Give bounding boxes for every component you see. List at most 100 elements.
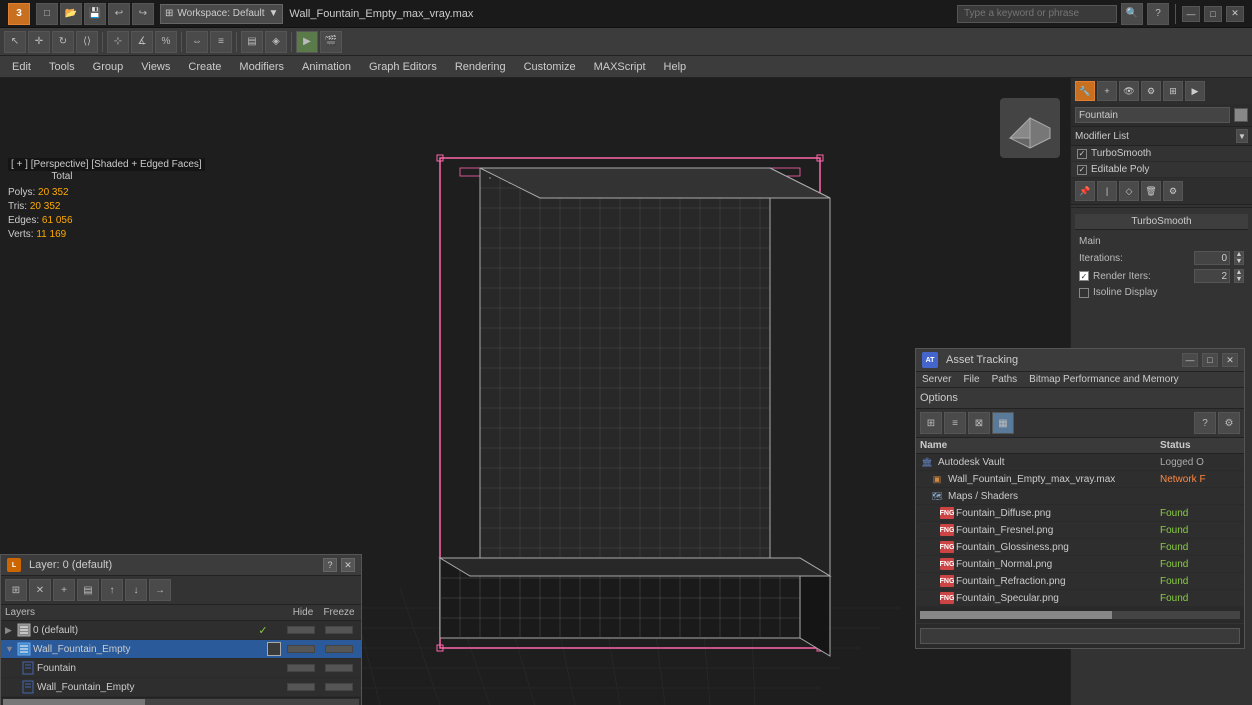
- create-icon[interactable]: +: [1097, 81, 1117, 101]
- asset-row-maps[interactable]: 🗺 Maps / Shaders: [916, 488, 1244, 505]
- render-iters-down[interactable]: ▼: [1234, 276, 1244, 283]
- layer-scrollbar[interactable]: [1, 697, 361, 705]
- layer-close-btn[interactable]: ✕: [341, 558, 355, 572]
- asset-settings-btn[interactable]: ⚙: [1218, 412, 1240, 434]
- nav-cube[interactable]: [1000, 98, 1060, 158]
- show-result-btn[interactable]: |: [1097, 181, 1117, 201]
- search-input[interactable]: [957, 5, 1117, 23]
- utilities-icon[interactable]: ⚙: [1141, 81, 1161, 101]
- align-btn[interactable]: ≡: [210, 31, 232, 53]
- layer-btn7[interactable]: →: [149, 579, 171, 601]
- iterations-input[interactable]: [1194, 251, 1230, 265]
- modifier-editable-poly[interactable]: ✓ Editable Poly: [1071, 162, 1252, 178]
- object-color-swatch[interactable]: [1234, 108, 1248, 122]
- make-unique-btn[interactable]: ◇: [1119, 181, 1139, 201]
- menu-help[interactable]: Help: [656, 59, 695, 75]
- remove-mod-btn[interactable]: 🗑: [1141, 181, 1161, 201]
- menu-animation[interactable]: Animation: [294, 59, 359, 75]
- asset-tb-btn2[interactable]: ≡: [944, 412, 966, 434]
- asset-menu-options[interactable]: Options: [920, 390, 1240, 406]
- asset-tb-btn4[interactable]: ▦: [992, 412, 1014, 434]
- search-btn[interactable]: 🔍: [1121, 3, 1143, 25]
- asset-restore-btn[interactable]: □: [1202, 353, 1218, 367]
- layer-btn[interactable]: ▤: [241, 31, 263, 53]
- turbosmooth-checkbox[interactable]: ✓: [1077, 149, 1087, 159]
- iterations-up[interactable]: ▲: [1234, 251, 1244, 258]
- scale-btn[interactable]: ⟨⟩: [76, 31, 98, 53]
- hierarchy-icon[interactable]: ⊞: [1163, 81, 1183, 101]
- pin-stack-btn[interactable]: 📌: [1075, 181, 1095, 201]
- menu-customize[interactable]: Customize: [516, 59, 584, 75]
- menu-create[interactable]: Create: [180, 59, 229, 75]
- help-btn[interactable]: ?: [1147, 3, 1169, 25]
- render-btn[interactable]: ▶: [296, 31, 318, 53]
- asset-menu-server[interactable]: Server: [916, 372, 957, 387]
- win-restore-btn[interactable]: □: [1204, 6, 1222, 22]
- layer-add-btn[interactable]: +: [53, 579, 75, 601]
- asset-menu-file[interactable]: File: [957, 372, 985, 387]
- win-close-btn[interactable]: ✕: [1226, 6, 1244, 22]
- modifier-turbosmooth[interactable]: ✓ TurboSmooth: [1071, 146, 1252, 162]
- asset-row-vault[interactable]: 🏛 Autodesk Vault Logged O: [916, 454, 1244, 471]
- menu-edit[interactable]: Edit: [4, 59, 39, 75]
- workspace-dropdown[interactable]: ⊞ Workspace: Default ▼: [160, 4, 283, 24]
- angle-snap-btn[interactable]: ∡: [131, 31, 153, 53]
- menu-group[interactable]: Group: [85, 59, 132, 75]
- layer-toolbar-btn1[interactable]: ⊞: [5, 579, 27, 601]
- asset-row-fresnel[interactable]: FNG Fountain_Fresnel.png Found: [916, 522, 1244, 539]
- render-iters-up[interactable]: ▲: [1234, 269, 1244, 276]
- asset-close-btn[interactable]: ✕: [1222, 353, 1238, 367]
- snap-btn[interactable]: ⊹: [107, 31, 129, 53]
- render-iters-checkbox[interactable]: ✓: [1079, 271, 1089, 281]
- asset-row-normal[interactable]: FNG Fountain_Normal.png Found: [916, 556, 1244, 573]
- asset-row-specular[interactable]: FNG Fountain_Specular.png Found: [916, 590, 1244, 607]
- layer-btn4[interactable]: ▤: [77, 579, 99, 601]
- motion-icon[interactable]: ▶: [1185, 81, 1205, 101]
- menu-maxscript[interactable]: MAXScript: [586, 59, 654, 75]
- asset-tb-btn3[interactable]: ⊠: [968, 412, 990, 434]
- object-name-input[interactable]: [1075, 107, 1230, 123]
- asset-minimize-btn[interactable]: —: [1182, 353, 1198, 367]
- display-icon[interactable]: 👁: [1119, 81, 1139, 101]
- material-btn[interactable]: ◈: [265, 31, 287, 53]
- layer-btn5[interactable]: ↑: [101, 579, 123, 601]
- asset-menu-paths[interactable]: Paths: [986, 372, 1024, 387]
- asset-row-refraction[interactable]: FNG Fountain_Refraction.png Found: [916, 573, 1244, 590]
- redo-btn[interactable]: ↪: [132, 3, 154, 25]
- save-btn[interactable]: 💾: [84, 3, 106, 25]
- configure-btn[interactable]: ⚙: [1163, 181, 1183, 201]
- modifier-list-dropdown[interactable]: ▼: [1236, 129, 1248, 143]
- move-btn[interactable]: ✛: [28, 31, 50, 53]
- editablepoly-checkbox[interactable]: ✓: [1077, 165, 1087, 175]
- layer-row-wall-fountain[interactable]: ▼ Wall_Fountain_Empty: [1, 640, 361, 659]
- render-iters-input[interactable]: [1194, 269, 1230, 283]
- app-logo[interactable]: 3: [8, 3, 30, 25]
- asset-help-btn[interactable]: ?: [1194, 412, 1216, 434]
- new-btn[interactable]: □: [36, 3, 58, 25]
- select-btn[interactable]: ↖: [4, 31, 26, 53]
- layer-row-fountain[interactable]: Fountain: [1, 659, 361, 678]
- menu-graph-editors[interactable]: Graph Editors: [361, 59, 445, 75]
- menu-rendering[interactable]: Rendering: [447, 59, 514, 75]
- asset-menu-bitmap[interactable]: Bitmap Performance and Memory: [1023, 372, 1185, 387]
- percent-snap-btn[interactable]: %: [155, 31, 177, 53]
- layer-btn6[interactable]: ↓: [125, 579, 147, 601]
- menu-modifiers[interactable]: Modifiers: [231, 59, 292, 75]
- asset-tb-btn1[interactable]: ⊞: [920, 412, 942, 434]
- layer-scroll-track[interactable]: [3, 699, 359, 705]
- menu-tools[interactable]: Tools: [41, 59, 83, 75]
- rotate-btn[interactable]: ↻: [52, 31, 74, 53]
- asset-row-max[interactable]: ▣ Wall_Fountain_Empty_max_vray.max Netwo…: [916, 471, 1244, 488]
- asset-row-glossiness[interactable]: FNG Fountain_Glossiness.png Found: [916, 539, 1244, 556]
- isoline-checkbox[interactable]: [1079, 288, 1089, 298]
- layer-row-default[interactable]: ▶ 0 (default) ✓: [1, 621, 361, 640]
- undo-btn[interactable]: ↩: [108, 3, 130, 25]
- asset-row-diffuse[interactable]: FNG Fountain_Diffuse.png Found: [916, 505, 1244, 522]
- menu-views[interactable]: Views: [133, 59, 178, 75]
- win-minimize-btn[interactable]: —: [1182, 6, 1200, 22]
- layer-row-wall-fountain-sub[interactable]: Wall_Fountain_Empty: [1, 678, 361, 697]
- modify-icon[interactable]: 🔧: [1075, 81, 1095, 101]
- layer-help-btn[interactable]: ?: [323, 558, 337, 572]
- layer-delete-btn[interactable]: ✕: [29, 579, 51, 601]
- iterations-down[interactable]: ▼: [1234, 258, 1244, 265]
